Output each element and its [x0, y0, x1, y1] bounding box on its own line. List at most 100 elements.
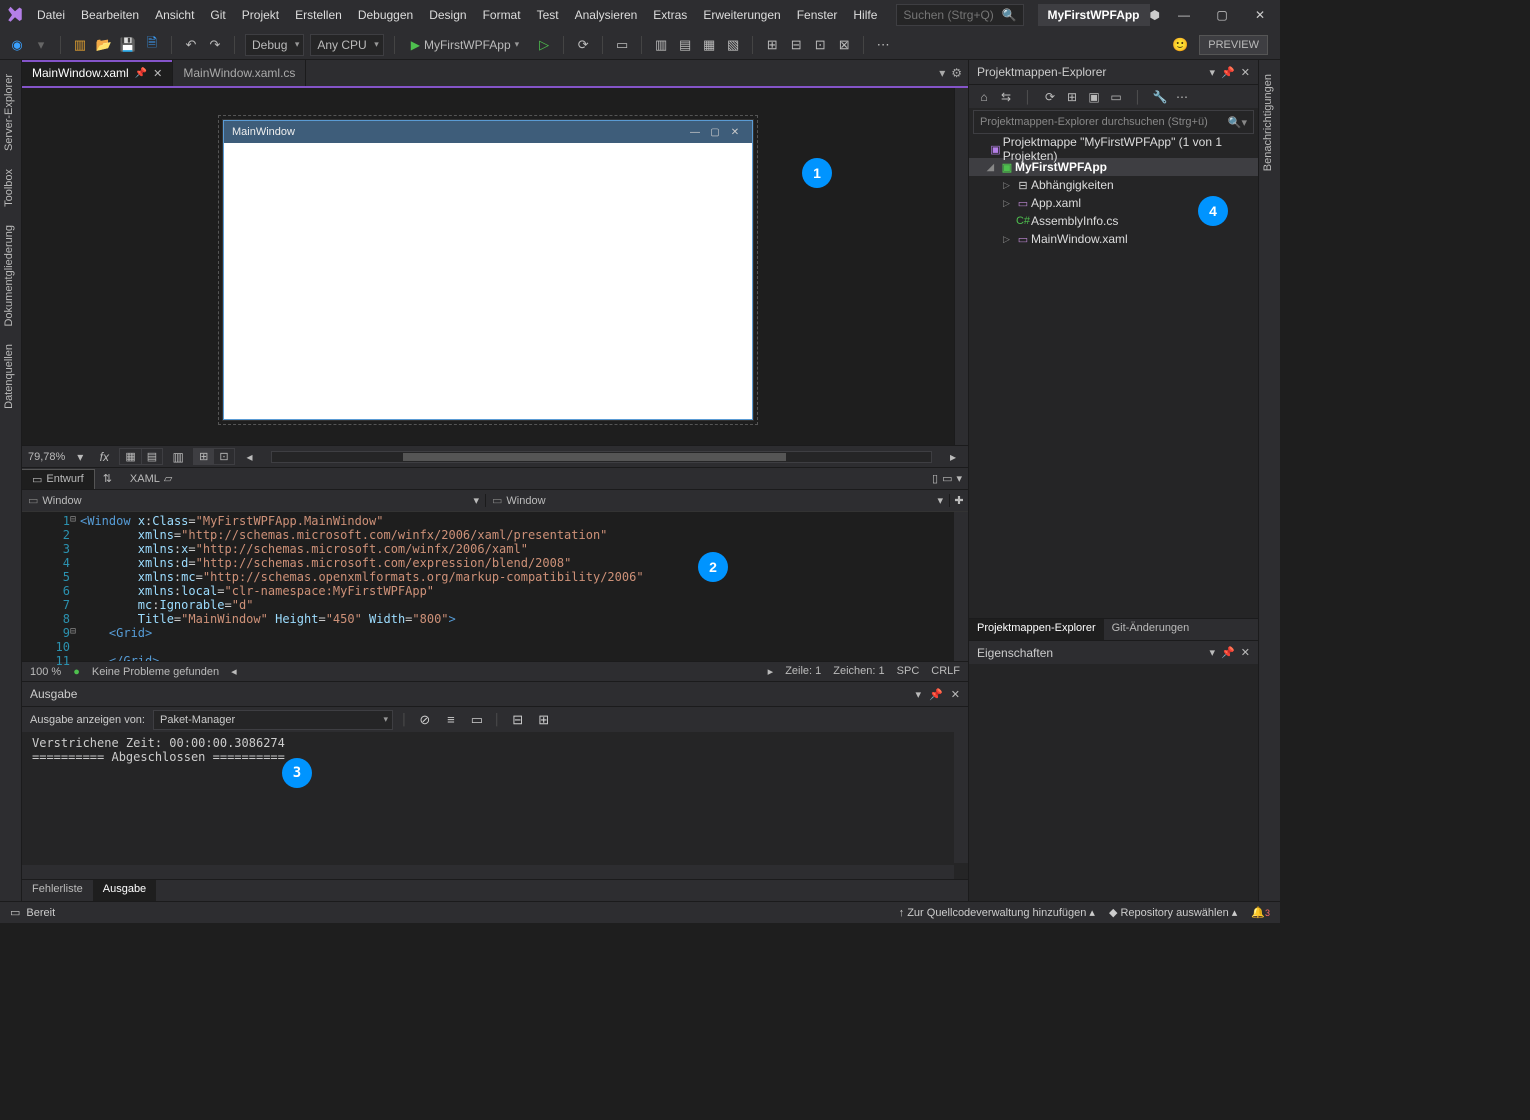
- save-all-icon[interactable]: 🗎: [143, 36, 161, 54]
- collapse-icon[interactable]: ▾: [956, 472, 962, 485]
- problems-label[interactable]: Keine Probleme gefunden: [92, 666, 219, 678]
- toolbar-icon-5[interactable]: ▦: [700, 36, 718, 54]
- output-menu-icon[interactable]: ▾: [916, 688, 922, 701]
- solution-search[interactable]: Projektmappen-Explorer durchsuchen (Strg…: [973, 110, 1254, 134]
- output-pin-icon[interactable]: 📌: [929, 688, 943, 701]
- sln-menu-icon[interactable]: ▾: [1210, 66, 1216, 79]
- start-debug-button[interactable]: ▶ MyFirstWPFApp ▾: [405, 34, 529, 56]
- entwurf-tab[interactable]: ▭ Entwurf: [22, 469, 95, 489]
- notifications-tab[interactable]: Benachrichtigungen: [1259, 66, 1277, 179]
- snap-icon[interactable]: ▥: [169, 450, 187, 464]
- sln-ico-1[interactable]: ▭: [1107, 90, 1125, 104]
- menu-format[interactable]: Format: [476, 4, 528, 26]
- quick-search-input[interactable]: [903, 8, 1001, 22]
- menu-debuggen[interactable]: Debuggen: [351, 4, 420, 26]
- menu-projekt[interactable]: Projekt: [235, 4, 286, 26]
- nav-back-icon[interactable]: ◉: [8, 36, 26, 54]
- doc-tab[interactable]: MainWindow.xaml📌✕: [22, 60, 173, 86]
- menu-test[interactable]: Test: [530, 4, 566, 26]
- output-body[interactable]: Verstrichene Zeit: 00:00:00.3086274=====…: [22, 732, 968, 879]
- menu-datei[interactable]: Datei: [30, 4, 72, 26]
- nav-prev-icon[interactable]: ◂: [231, 665, 237, 678]
- minimize-button[interactable]: —: [1170, 4, 1198, 26]
- eol-indicator[interactable]: CRLF: [931, 665, 960, 678]
- sln-ico-2[interactable]: ⋯: [1173, 90, 1191, 104]
- output-ico-4[interactable]: ⊟: [509, 711, 527, 729]
- menu-erstellen[interactable]: Erstellen: [288, 4, 349, 26]
- wpf-preview-window[interactable]: MainWindow — ▢ ✕: [223, 120, 753, 420]
- undo-icon[interactable]: ↶: [182, 36, 200, 54]
- designer-canvas[interactable]: MainWindow — ▢ ✕: [22, 88, 954, 445]
- tab-overflow-icon[interactable]: ▾: [939, 66, 945, 80]
- left-tab-datenquellen[interactable]: Datenquellen: [0, 336, 18, 417]
- sln-sync-icon[interactable]: ⇆: [997, 90, 1015, 104]
- scm-add-button[interactable]: ↑ Zur Quellcodeverwaltung hinzufügen ▴: [899, 906, 1095, 919]
- tree-dependencies[interactable]: ▷⊟ Abhängigkeiten: [969, 176, 1258, 194]
- context-left[interactable]: Window▾: [22, 494, 486, 507]
- toolbar-icon-2[interactable]: ▭: [613, 36, 631, 54]
- menu-bearbeiten[interactable]: Bearbeiten: [74, 4, 146, 26]
- menu-fenster[interactable]: Fenster: [790, 4, 845, 26]
- toolbar-icon-9[interactable]: ⊡: [811, 36, 829, 54]
- nav-fwd-icon[interactable]: ▾: [32, 36, 50, 54]
- toolbar-icon-10[interactable]: ⊠: [835, 36, 853, 54]
- preview-badge[interactable]: PREVIEW: [1199, 35, 1268, 55]
- menu-hilfe[interactable]: Hilfe: [846, 4, 884, 26]
- live-share-icon[interactable]: ⬢: [1150, 8, 1160, 22]
- code-content[interactable]: <Window x:Class="MyFirstWPFApp.MainWindo…: [80, 512, 954, 661]
- menu-git[interactable]: Git: [203, 4, 232, 26]
- swap-panes-button[interactable]: ⇅: [95, 469, 120, 488]
- tab-close-icon[interactable]: ✕: [153, 67, 162, 80]
- props-pin-icon[interactable]: 📌: [1221, 646, 1235, 659]
- grid-mode-2-icon[interactable]: ▤: [142, 449, 162, 464]
- zoom-value[interactable]: 79,78%: [28, 451, 65, 463]
- sln-close-icon[interactable]: ✕: [1241, 66, 1250, 79]
- sln-showall-icon[interactable]: ⊞: [1063, 90, 1081, 104]
- sln-tab[interactable]: Git-Änderungen: [1104, 619, 1198, 640]
- menu-analysieren[interactable]: Analysieren: [568, 4, 645, 26]
- snap-1-icon[interactable]: ⊞: [194, 449, 214, 464]
- toolbar-icon-4[interactable]: ▤: [676, 36, 694, 54]
- sln-tab[interactable]: Projektmappen-Explorer: [969, 619, 1104, 640]
- toolbar-icon-6[interactable]: ▧: [724, 36, 742, 54]
- tab-settings-icon[interactable]: ⚙: [951, 66, 962, 80]
- nav-right-icon[interactable]: ▸: [944, 450, 962, 464]
- props-menu-icon[interactable]: ▾: [1210, 646, 1216, 659]
- output-ico-5[interactable]: ⊞: [535, 711, 553, 729]
- toolbar-icon-11[interactable]: ⋯: [874, 36, 892, 54]
- configuration-combo[interactable]: Debug: [245, 34, 304, 56]
- grid-mode-1-icon[interactable]: ▦: [120, 449, 141, 464]
- output-close-icon[interactable]: ✕: [951, 688, 960, 701]
- output-ico-3[interactable]: ▭: [468, 711, 486, 729]
- effects-icon[interactable]: fx: [95, 450, 113, 464]
- nav-next-icon[interactable]: ▸: [768, 665, 774, 678]
- sln-home-icon[interactable]: ⌂: [975, 90, 993, 104]
- sln-collapse-icon[interactable]: ▣: [1085, 90, 1103, 104]
- output-tab[interactable]: Fehlerliste: [22, 880, 93, 901]
- split-v-icon[interactable]: ▭: [942, 472, 952, 485]
- tree-mainwindow-xaml[interactable]: ▷▭ MainWindow.xaml: [969, 230, 1258, 248]
- indent-indicator[interactable]: SPC: [897, 665, 920, 678]
- repo-select-button[interactable]: ◆ Repository auswählen ▴: [1109, 906, 1237, 919]
- left-tab-toolbox[interactable]: Toolbox: [0, 161, 18, 215]
- new-project-icon[interactable]: ▥: [71, 36, 89, 54]
- platform-combo[interactable]: Any CPU: [310, 34, 383, 56]
- split-h-icon[interactable]: ▯: [932, 472, 938, 485]
- save-icon[interactable]: 💾: [119, 36, 137, 54]
- open-icon[interactable]: 📂: [95, 36, 113, 54]
- zoom-dropdown-icon[interactable]: ▾: [71, 450, 89, 464]
- xaml-tab[interactable]: XAML ▱: [120, 469, 182, 488]
- sln-properties-icon[interactable]: 🔧: [1151, 90, 1169, 104]
- output-vscroll[interactable]: [954, 732, 968, 863]
- snap-2-icon[interactable]: ⊡: [214, 449, 233, 464]
- sln-refresh-icon[interactable]: ⟳: [1041, 90, 1059, 104]
- notification-bell[interactable]: 🔔3: [1251, 906, 1270, 919]
- output-wrap-icon[interactable]: ≡: [442, 711, 460, 729]
- menu-erweiterungen[interactable]: Erweiterungen: [696, 4, 787, 26]
- designer-scrollbar[interactable]: [954, 88, 968, 445]
- menu-extras[interactable]: Extras: [646, 4, 694, 26]
- code-scrollbar[interactable]: [954, 512, 968, 661]
- props-close-icon[interactable]: ✕: [1241, 646, 1250, 659]
- designer-hscrollbar[interactable]: [271, 451, 932, 463]
- output-hscroll[interactable]: [22, 865, 954, 879]
